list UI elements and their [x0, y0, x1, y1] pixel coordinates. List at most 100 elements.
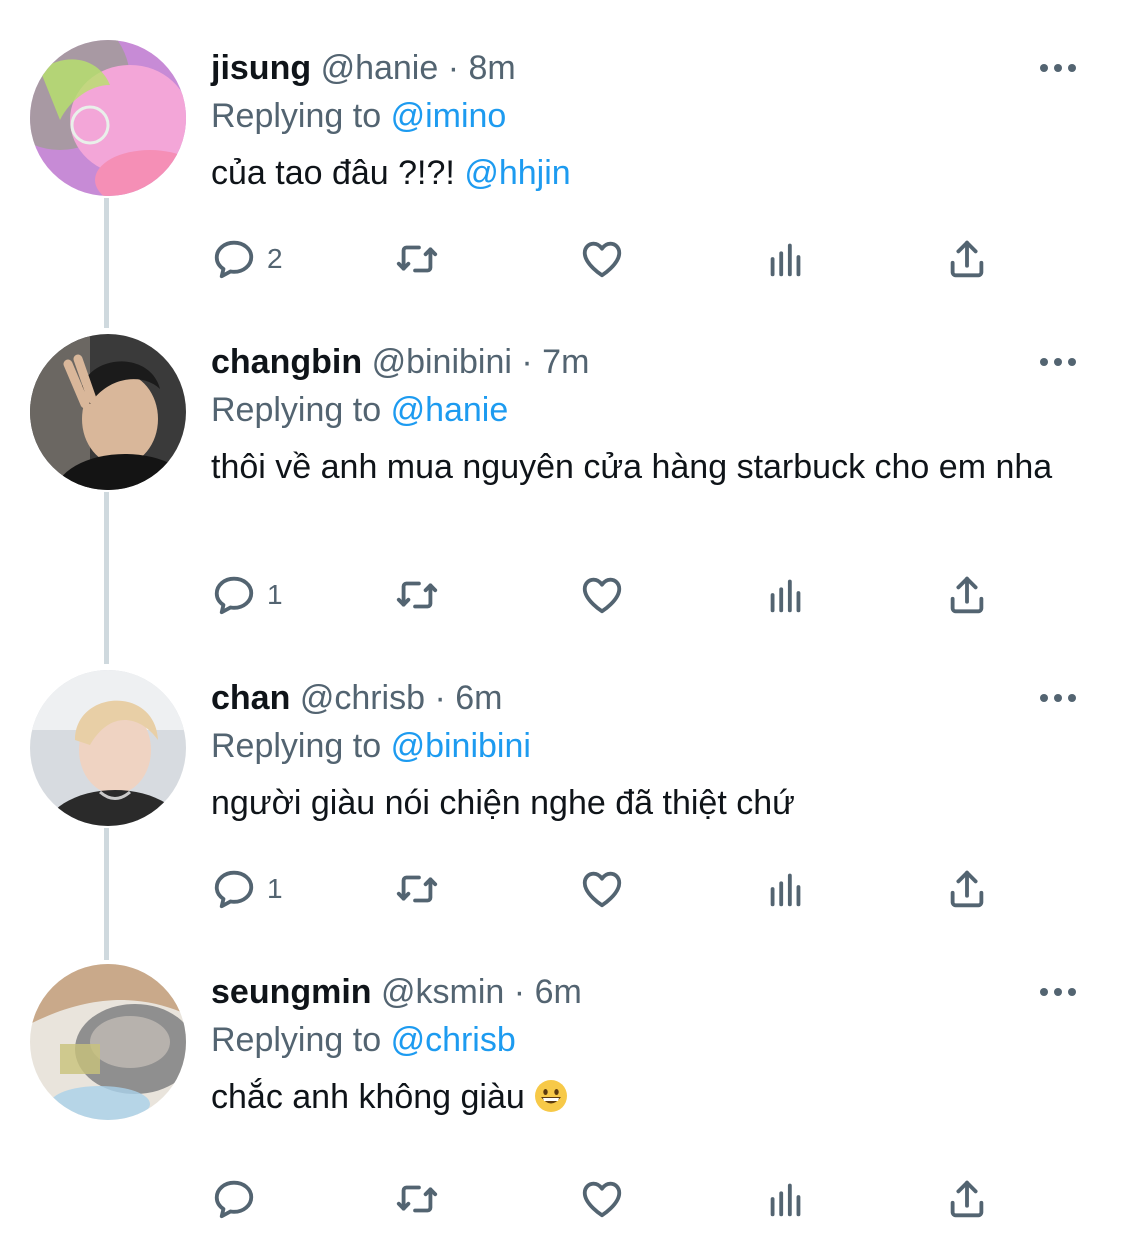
tweet[interactable]: seungmin @ksmin · 6m Replying to @chrisb… [0, 964, 1125, 1234]
reply-button[interactable]: 1 [211, 864, 283, 914]
like-button[interactable] [579, 570, 625, 620]
mention-link[interactable]: @chrisb [391, 1021, 516, 1059]
share-icon [944, 572, 990, 618]
share-icon [944, 1176, 990, 1222]
share-button[interactable] [944, 864, 990, 914]
timestamp[interactable]: 6m [455, 679, 502, 717]
handle[interactable]: @chrisb [300, 679, 425, 717]
analytics-button[interactable] [763, 234, 809, 284]
more-icon[interactable] [1040, 684, 1084, 712]
replying-to: Replying to @hanie [211, 390, 508, 430]
replying-label: Replying to [211, 727, 382, 765]
display-name[interactable]: jisung [211, 49, 311, 87]
action-bar: 1 [211, 864, 1011, 914]
tweet[interactable]: chan @chrisb · 6m Replying to @binibini … [0, 670, 1125, 920]
handle[interactable]: @ksmin [381, 973, 504, 1011]
reply-icon [211, 1176, 257, 1222]
tweet-header: seungmin @ksmin · 6m [211, 972, 582, 1012]
reply-count: 1 [267, 579, 283, 610]
handle[interactable]: @binibini [372, 343, 512, 381]
tweet-text-content: chắc anh không giàu [211, 1078, 525, 1116]
retweet-icon [394, 572, 440, 618]
mention-link[interactable]: @hhjin [464, 154, 570, 192]
analytics-icon [763, 866, 809, 912]
separator: · [513, 973, 526, 1011]
share-button[interactable] [944, 570, 990, 620]
reply-button[interactable] [211, 1174, 257, 1224]
share-button[interactable] [944, 234, 990, 284]
replying-label: Replying to [211, 391, 382, 429]
tweet-text: thôi về anh mua nguyên cửa hàng starbuck… [211, 446, 1071, 489]
tweet-text: chắc anh không giàu [211, 1076, 1071, 1119]
reply-icon [211, 572, 257, 618]
like-button[interactable] [579, 234, 625, 284]
separator: · [447, 49, 460, 87]
tweet-header: chan @chrisb · 6m [211, 678, 503, 718]
mention-link[interactable]: @hanie [391, 391, 509, 429]
action-bar [211, 1174, 1011, 1224]
analytics-icon [763, 236, 809, 282]
tweet-header: jisung @hanie · 8m [211, 48, 516, 88]
retweet-icon [394, 236, 440, 282]
tweet[interactable]: changbin @binibini · 7m Replying to @han… [0, 334, 1125, 634]
share-icon [944, 866, 990, 912]
analytics-button[interactable] [763, 864, 809, 914]
replying-to: Replying to @imino [211, 96, 506, 136]
display-name[interactable]: chan [211, 679, 290, 717]
replying-label: Replying to [211, 97, 382, 135]
more-icon[interactable] [1040, 348, 1084, 376]
analytics-button[interactable] [763, 1174, 809, 1224]
reply-icon [211, 236, 257, 282]
tweet-text-content: người giàu nói chiện nghe đã thiệt chứ [211, 784, 795, 822]
reply-button[interactable]: 1 [211, 570, 283, 620]
retweet-button[interactable] [394, 234, 440, 284]
reply-button[interactable]: 2 [211, 234, 283, 284]
replying-to: Replying to @binibini [211, 726, 531, 766]
replying-label: Replying to [211, 1021, 382, 1059]
analytics-icon [763, 1176, 809, 1222]
share-button[interactable] [944, 1174, 990, 1224]
action-bar: 2 [211, 234, 1011, 284]
mention-link[interactable]: @imino [391, 97, 507, 135]
display-name[interactable]: seungmin [211, 973, 372, 1011]
display-name[interactable]: changbin [211, 343, 362, 381]
handle[interactable]: @hanie [321, 49, 439, 87]
analytics-icon [763, 572, 809, 618]
more-icon[interactable] [1040, 54, 1084, 82]
share-icon [944, 236, 990, 282]
timestamp[interactable]: 7m [542, 343, 589, 381]
timestamp[interactable]: 6m [535, 973, 582, 1011]
timestamp[interactable]: 8m [469, 49, 516, 87]
retweet-icon [394, 1176, 440, 1222]
like-button[interactable] [579, 864, 625, 914]
grinning-face-emoji [535, 1080, 568, 1112]
like-button[interactable] [579, 1174, 625, 1224]
mention-link[interactable]: @binibini [391, 727, 531, 765]
tweet-header: changbin @binibini · 7m [211, 342, 589, 382]
separator: · [434, 679, 446, 717]
replying-to: Replying to @chrisb [211, 1020, 516, 1060]
analytics-button[interactable] [763, 570, 809, 620]
heart-icon [579, 1176, 625, 1222]
tweet-text-content: của tao đâu ?!?! [211, 154, 455, 192]
reply-icon [211, 866, 257, 912]
reply-count: 1 [267, 873, 283, 904]
avatar[interactable] [30, 40, 186, 196]
retweet-button[interactable] [394, 864, 440, 914]
tweet-text-content: thôi về anh mua nguyên cửa hàng starbuck… [211, 448, 1053, 486]
avatar[interactable] [30, 670, 186, 826]
avatar[interactable] [30, 964, 186, 1120]
avatar[interactable] [30, 334, 186, 490]
separator: · [521, 343, 533, 381]
tweet[interactable]: jisung @hanie · 8m Replying to @imino củ… [0, 40, 1125, 300]
more-icon[interactable] [1040, 978, 1084, 1006]
reply-count: 2 [267, 243, 283, 274]
tweet-text: người giàu nói chiện nghe đã thiệt chứ [211, 782, 1071, 825]
action-bar: 1 [211, 570, 1011, 620]
tweet-text: của tao đâu ?!?! @hhjin [211, 152, 1071, 195]
heart-icon [579, 572, 625, 618]
heart-icon [579, 866, 625, 912]
retweet-button[interactable] [394, 1174, 440, 1224]
retweet-button[interactable] [394, 570, 440, 620]
heart-icon [579, 236, 625, 282]
